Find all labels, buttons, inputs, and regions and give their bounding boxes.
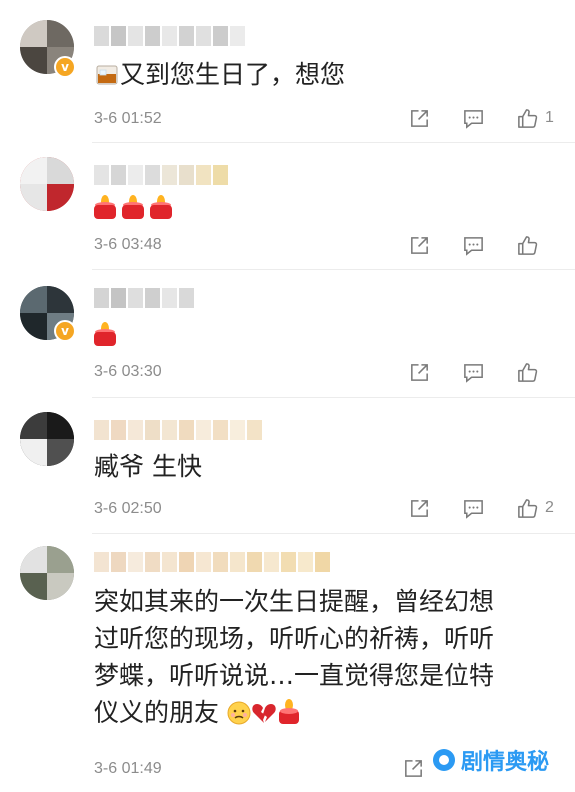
candle-icon	[122, 195, 144, 219]
candle-icon	[277, 698, 301, 735]
username-blurred[interactable]	[94, 288, 194, 308]
comment-actions	[377, 360, 555, 384]
candle-icon	[94, 322, 116, 346]
comment-item: v 又到您生日了，想您 3-6 01:52 1	[0, 0, 575, 143]
watermark-text: 剧情奥秘	[460, 750, 549, 775]
thumbs-up-icon	[517, 362, 537, 382]
share-button[interactable]	[407, 496, 431, 520]
share-button[interactable]	[407, 360, 431, 384]
emoji-row	[94, 322, 116, 346]
username-blurred[interactable]	[94, 420, 262, 440]
like-button[interactable]	[515, 496, 539, 520]
share-icon	[410, 499, 428, 517]
share-icon	[410, 236, 428, 254]
comment-text: 又到您生日了，想您	[94, 56, 345, 97]
share-icon	[410, 363, 428, 381]
comment-text: 突如其来的一次生日提醒，曾经幻想 过听您的现场，听听心的祈祷，听听 梦蝶，听听说…	[94, 583, 494, 735]
emoji-row	[94, 195, 172, 219]
comment-timestamp: 3-6 02:50	[94, 500, 162, 517]
comment-timestamp: 3-6 03:30	[94, 363, 162, 380]
candle-icon	[150, 195, 172, 219]
reply-button[interactable]	[461, 106, 485, 130]
like-button[interactable]	[515, 106, 539, 130]
whisky-glass-icon	[94, 60, 120, 97]
thumbs-up-icon	[517, 235, 537, 255]
watermark-logo-icon	[432, 749, 455, 771]
broken-heart-icon	[251, 698, 277, 735]
avatar[interactable]	[20, 546, 74, 600]
reply-button[interactable]	[461, 233, 485, 257]
like-count: 1	[545, 109, 554, 126]
comment-icon	[463, 363, 483, 383]
watermark: 剧情奥秘	[432, 744, 549, 776]
share-button[interactable]	[401, 756, 425, 780]
username-blurred[interactable]	[94, 26, 245, 46]
comment-actions: 2	[377, 496, 555, 520]
share-button[interactable]	[407, 233, 431, 257]
comment-text: 臧爷 生快	[94, 452, 202, 481]
candle-icon	[94, 195, 116, 219]
comment-icon	[463, 109, 483, 129]
comment-item: v 3-6 03:30	[0, 270, 575, 398]
verified-badge-icon: v	[54, 320, 76, 342]
like-button[interactable]	[515, 233, 539, 257]
comment-actions	[401, 756, 425, 780]
like-button[interactable]	[515, 360, 539, 384]
username-blurred[interactable]	[94, 552, 330, 572]
comment-timestamp: 3-6 03:48	[94, 236, 162, 253]
comment-icon	[463, 499, 483, 519]
comment-timestamp: 3-6 01:49	[94, 760, 162, 777]
reply-button[interactable]	[461, 496, 485, 520]
avatar[interactable]	[20, 157, 74, 211]
comment-item: 突如其来的一次生日提醒，曾经幻想 过听您的现场，听听心的祈祷，听听 梦蝶，听听说…	[0, 534, 575, 792]
share-icon	[404, 759, 422, 777]
comment-line: 梦蝶，听听说说…一直觉得您是位特	[94, 661, 495, 690]
share-button[interactable]	[407, 106, 431, 130]
comment-line: 突如其来的一次生日提醒，曾经幻想	[94, 587, 495, 616]
avatar[interactable]	[20, 412, 74, 466]
comment-actions: 1	[377, 106, 555, 130]
reply-button[interactable]	[461, 360, 485, 384]
thumbs-up-icon	[517, 108, 537, 128]
comment-item: 臧爷 生快 3-6 02:50 2	[0, 398, 575, 534]
comment-line: 仪义的朋友	[94, 698, 220, 727]
sad-face-icon	[227, 698, 251, 735]
username-blurred[interactable]	[94, 165, 228, 185]
verified-badge-icon: v	[54, 56, 76, 78]
comment-actions	[377, 233, 555, 257]
share-icon	[410, 109, 428, 127]
like-count: 2	[545, 499, 554, 516]
comment-line: 过听您的现场，听听心的祈祷，听听	[94, 624, 495, 653]
comment-item: 3-6 03:48	[0, 143, 575, 270]
comment-icon	[463, 236, 483, 256]
comment-timestamp: 3-6 01:52	[94, 110, 162, 127]
comment-line-last: 仪义的朋友	[94, 694, 494, 735]
thumbs-up-icon	[517, 498, 537, 518]
